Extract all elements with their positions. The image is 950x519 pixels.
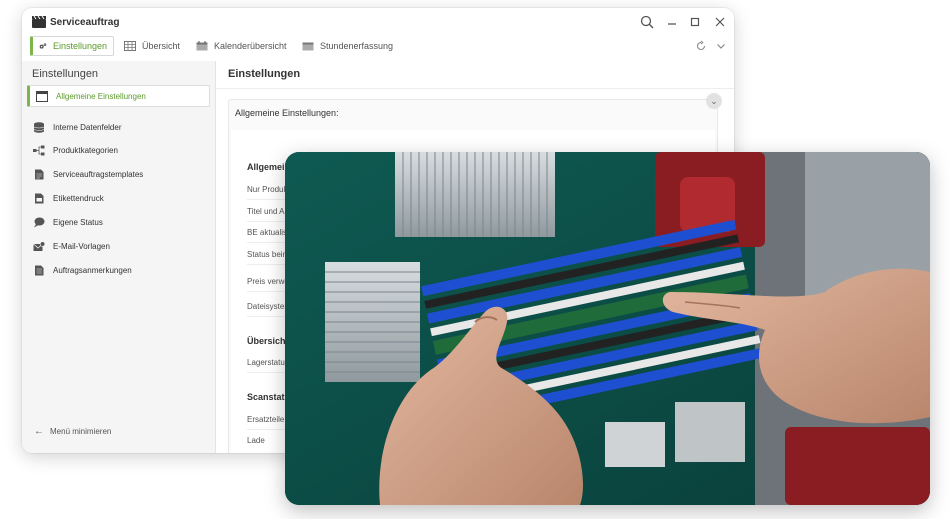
motherboard-illustration [285, 152, 930, 505]
chat-bubble-icon [34, 217, 45, 227]
heatsink-top [395, 152, 555, 237]
label-print-icon [35, 193, 44, 203]
sidebar-item-interne-datenfelder[interactable]: Interne Datenfelder [27, 116, 210, 138]
clapperboard-icon [32, 16, 46, 28]
document-icon [35, 169, 44, 179]
search-icon[interactable] [639, 14, 655, 30]
sidebar-item-produktkategorien[interactable]: Produktkategorien [27, 139, 210, 161]
database-icon [33, 121, 45, 133]
mail-icon [33, 240, 45, 251]
arrow-left-icon: ← [34, 426, 44, 437]
chevron-down-icon: ⌄ [710, 96, 718, 106]
sidebar-item-label: Eigene Status [53, 217, 103, 227]
minimize-menu-button[interactable]: ← Menü minimieren [34, 426, 111, 437]
calendar-icon [196, 41, 208, 51]
tab-label: Einstellungen [52, 41, 107, 51]
grid-table-icon [124, 41, 136, 51]
sidebar-item-serviceauftragstemplates[interactable]: Serviceauftragstemplates [27, 163, 210, 185]
tab-stundenerfassung[interactable]: Stundenerfassung [296, 36, 399, 56]
maximize-icon[interactable] [687, 14, 703, 30]
sidebar-item-label: Serviceauftragstemplates [53, 169, 144, 179]
sidebar-item-allgemeine-einstellungen[interactable]: Allgemeine Einstellungen [27, 85, 210, 107]
sidebar-item-label: Etikettendruck [53, 193, 104, 203]
tab-einstellungen[interactable]: Einstellungen [30, 36, 114, 56]
minimize-menu-label: Menü minimieren [50, 427, 112, 436]
sidebar-title: Einstellungen [32, 68, 99, 80]
gears-icon [39, 43, 47, 49]
sidebar-item-email-vorlagen[interactable]: E-Mail-Vorlagen [27, 235, 210, 257]
window-title: Serviceauftrag [50, 17, 120, 28]
sidebar-item-auftragsanmerkungen[interactable]: Auftragsanmerkungen [27, 259, 210, 281]
close-icon[interactable] [712, 14, 728, 30]
tab-label: Stundenerfassung [320, 41, 394, 51]
title-bar: Serviceauftrag [22, 8, 734, 36]
sidebar-item-label: Allgemeine Einstellungen [56, 91, 146, 101]
sidebar-item-etikettendruck[interactable]: Etikettendruck [27, 187, 210, 209]
notes-icon [35, 265, 44, 275]
sidebar-item-label: Produktkategorien [53, 145, 118, 155]
hierarchy-icon [33, 145, 45, 155]
sidebar-item-eigene-status[interactable]: Eigene Status [27, 211, 210, 233]
sidebar-item-label: Auftragsanmerkungen [53, 265, 132, 275]
collapse-panel-button[interactable]: ⌄ [706, 93, 722, 109]
sidebar-item-label: Interne Datenfelder [53, 122, 122, 132]
tab-kalenderuebersicht[interactable]: Kalenderübersicht [190, 36, 293, 56]
tab-uebersicht[interactable]: Übersicht [118, 36, 186, 56]
minimize-icon[interactable] [664, 14, 680, 30]
sidebar-item-label: E-Mail-Vorlagen [53, 241, 110, 251]
panel-title: Allgemeine Einstellungen: [235, 108, 339, 118]
tab-label: Übersicht [142, 41, 181, 51]
sidebar: Einstellungen Allgemeine Einstellungen I… [22, 61, 216, 453]
chevron-down-icon[interactable] [715, 40, 727, 52]
tab-bar: Einstellungen Übersicht Kalenderübersich… [22, 36, 734, 60]
heatsink-left [325, 262, 420, 382]
content-title: Einstellungen [216, 61, 734, 89]
window-icon [36, 90, 48, 102]
hands-installing-ram-photo [285, 152, 930, 505]
tab-label: Kalenderübersicht [214, 41, 287, 51]
time-sheet-icon [302, 42, 314, 51]
section-heading: Allgemein [247, 162, 291, 172]
refresh-icon[interactable] [695, 40, 707, 52]
